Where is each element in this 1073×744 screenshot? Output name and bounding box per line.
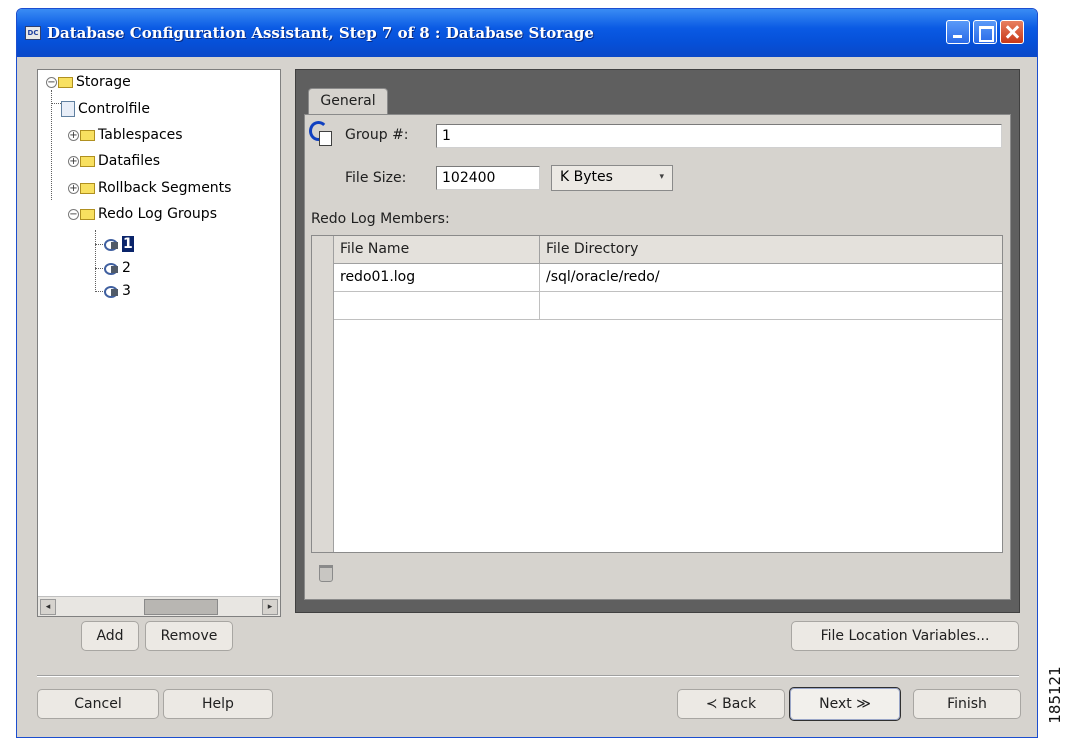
collapse-icon[interactable]: − bbox=[68, 208, 79, 220]
scroll-left-icon[interactable]: ◂ bbox=[40, 599, 56, 615]
tree-node-redo-log-groups[interactable]: − Redo Log Groups bbox=[68, 203, 217, 225]
group-label: Group #: bbox=[345, 127, 409, 143]
tree-node-redo-group-2[interactable]: 2 bbox=[104, 257, 131, 279]
tree-connector bbox=[95, 244, 103, 245]
cell-file-directory[interactable] bbox=[540, 292, 1002, 320]
folder-icon bbox=[80, 155, 95, 167]
tree-node-redo-group-3[interactable]: 3 bbox=[104, 280, 131, 302]
tree-node-label: 1 bbox=[122, 236, 134, 252]
tree-node-label: 2 bbox=[122, 260, 131, 276]
file-size-input[interactable] bbox=[436, 166, 540, 190]
units-selected-value: K Bytes bbox=[560, 169, 613, 185]
help-button[interactable]: Help bbox=[163, 689, 273, 719]
tree-horizontal-scrollbar[interactable]: ◂ ▸ bbox=[38, 596, 280, 616]
tree-connector bbox=[95, 230, 96, 292]
back-button[interactable]: ≺ Back bbox=[677, 689, 785, 719]
add-button[interactable]: Add bbox=[81, 621, 139, 651]
close-button[interactable] bbox=[1000, 20, 1024, 44]
scroll-thumb[interactable] bbox=[144, 599, 218, 615]
collapse-icon[interactable]: − bbox=[46, 76, 57, 88]
general-tab-content: Group #: File Size: K Bytes ▾ Redo Log M… bbox=[304, 114, 1011, 600]
figure-id: 185121 bbox=[1040, 660, 1070, 730]
window-title: Database Configuration Assistant, Step 7… bbox=[47, 24, 594, 42]
tree-node-label: Tablespaces bbox=[98, 127, 183, 143]
tree-node-controlfile[interactable]: Controlfile bbox=[61, 98, 150, 120]
title-bar[interactable]: DC Database Configuration Assistant, Ste… bbox=[17, 9, 1037, 57]
file-size-label: File Size: bbox=[345, 170, 407, 186]
redo-group-icon bbox=[104, 285, 120, 298]
minimize-button[interactable] bbox=[946, 20, 970, 44]
app-icon: DC bbox=[25, 26, 41, 40]
tree-node-rollback-segments[interactable]: + Rollback Segments bbox=[68, 177, 231, 199]
finish-button[interactable]: Finish bbox=[913, 689, 1021, 719]
tree-node-label: Storage bbox=[76, 74, 131, 90]
redo-group-icon bbox=[104, 262, 120, 275]
redo-log-members-label: Redo Log Members: bbox=[311, 211, 450, 227]
folder-icon bbox=[80, 182, 95, 194]
tree-connector bbox=[51, 103, 61, 104]
table-toolbar bbox=[311, 555, 1003, 593]
tab-general[interactable]: General bbox=[308, 88, 388, 114]
column-header-file-directory[interactable]: File Directory bbox=[540, 236, 1002, 264]
row-handle-column bbox=[312, 264, 334, 552]
header-corner bbox=[312, 236, 334, 264]
cell-file-name[interactable]: redo01.log bbox=[334, 264, 540, 292]
tree-connector bbox=[95, 291, 103, 292]
expand-icon[interactable]: + bbox=[68, 129, 79, 141]
tree-node-datafiles[interactable]: + Datafiles bbox=[68, 150, 160, 172]
redo-group-icon bbox=[104, 238, 120, 251]
tree-node-label: Redo Log Groups bbox=[98, 206, 217, 222]
redo-group-icon bbox=[309, 121, 333, 147]
tree-connector bbox=[51, 90, 52, 200]
group-number-input[interactable] bbox=[436, 124, 1002, 148]
tree-node-tablespaces[interactable]: + Tablespaces bbox=[68, 124, 183, 146]
file-location-variables-button[interactable]: File Location Variables... bbox=[791, 621, 1019, 651]
storage-tree-panel: − Storage Controlfile + Tablespaces + Da… bbox=[37, 69, 281, 617]
separator bbox=[37, 675, 1019, 677]
expand-icon[interactable]: + bbox=[68, 182, 79, 194]
table-header: File Name File Directory bbox=[312, 236, 1002, 264]
cell-file-directory[interactable]: /sql/oracle/redo/ bbox=[540, 264, 1002, 292]
tree-connector bbox=[95, 268, 103, 269]
cancel-button[interactable]: Cancel bbox=[37, 689, 159, 719]
expand-icon[interactable]: + bbox=[68, 155, 79, 167]
next-button[interactable]: Next ≫ bbox=[789, 687, 901, 721]
tree-node-label: Datafiles bbox=[98, 153, 161, 169]
folder-icon bbox=[80, 208, 95, 220]
storage-tree: − Storage Controlfile + Tablespaces + Da… bbox=[38, 70, 280, 590]
tree-node-label: Controlfile bbox=[78, 101, 150, 117]
controlfile-icon bbox=[61, 101, 75, 117]
folder-icon bbox=[80, 129, 95, 141]
file-size-units-dropdown[interactable]: K Bytes ▾ bbox=[551, 165, 673, 191]
tree-node-storage[interactable]: − Storage bbox=[46, 71, 131, 93]
tree-node-redo-group-1[interactable]: 1 bbox=[104, 233, 134, 255]
trash-icon[interactable] bbox=[319, 565, 333, 582]
detail-panel: General Group #: File Size: K Bytes ▾ Re… bbox=[295, 69, 1020, 613]
tree-node-label: Rollback Segments bbox=[98, 180, 232, 196]
maximize-button[interactable] bbox=[973, 20, 997, 44]
dbca-window: DC Database Configuration Assistant, Ste… bbox=[16, 8, 1038, 738]
tree-node-label: 3 bbox=[122, 283, 131, 299]
remove-button[interactable]: Remove bbox=[145, 621, 233, 651]
redo-log-members-table: File Name File Directory redo01.log /sql… bbox=[311, 235, 1003, 553]
chevron-down-icon: ▾ bbox=[659, 172, 664, 182]
table-row[interactable] bbox=[334, 292, 1002, 320]
folder-icon bbox=[58, 76, 73, 88]
table-row[interactable]: redo01.log /sql/oracle/redo/ bbox=[334, 264, 1002, 292]
cell-file-name[interactable] bbox=[334, 292, 540, 320]
scroll-right-icon[interactable]: ▸ bbox=[262, 599, 278, 615]
column-header-file-name[interactable]: File Name bbox=[334, 236, 540, 264]
figure-id-text: 185121 bbox=[1046, 666, 1064, 724]
